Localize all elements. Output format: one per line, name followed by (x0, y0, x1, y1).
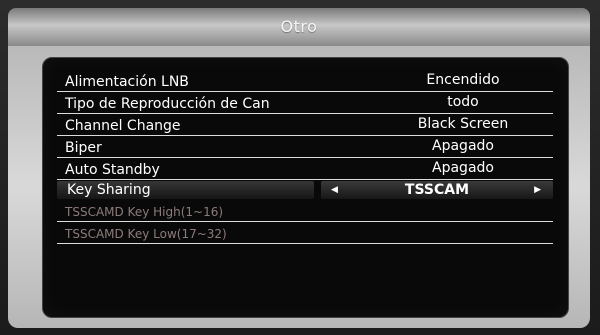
setting-row-key-sharing[interactable]: Key Sharing ◀ TSSCAM ▶ (57, 181, 553, 199)
setting-value: TSSCAM (404, 182, 470, 198)
setting-value: Apagado (432, 160, 494, 176)
settings-panel: Alimentación LNB Encendido Tipo de Repro… (42, 57, 569, 318)
setting-label: Alimentación LNB (65, 74, 189, 90)
setting-label: Auto Standby (65, 162, 160, 178)
setting-row-alimentacion-lnb[interactable]: Alimentación LNB Encendido (57, 72, 553, 92)
setting-label: Tipo de Reproducción de Can (65, 96, 270, 112)
setting-label: Key Sharing (67, 182, 151, 198)
setting-label: TSSCAMD Key High(1~16) (65, 205, 224, 219)
left-arrow-icon[interactable]: ◀ (331, 181, 338, 199)
key-sharing-selector[interactable]: ◀ TSSCAM ▶ (321, 181, 553, 199)
setting-value: Black Screen (417, 116, 509, 132)
setting-row-key-high: TSSCAMD Key High(1~16) (57, 203, 553, 222)
setting-row-auto-standby[interactable]: Auto Standby Apagado (57, 160, 553, 180)
setting-row-biper[interactable]: Biper Apagado (57, 138, 553, 158)
right-arrow-icon[interactable]: ▶ (534, 181, 541, 199)
settings-screen: Otro Alimentación LNB Encendido Tipo de … (0, 0, 600, 335)
setting-label: Channel Change (65, 118, 181, 134)
setting-label: Biper (65, 140, 102, 156)
setting-row-tipo-reproduccion[interactable]: Tipo de Reproducción de Can todo (57, 94, 553, 114)
selected-label-box: Key Sharing (57, 181, 314, 199)
setting-value: todo (447, 94, 479, 110)
window-title: Otro (8, 8, 590, 46)
setting-row-channel-change[interactable]: Channel Change Black Screen (57, 116, 553, 136)
setting-value: Apagado (432, 138, 494, 154)
setting-row-key-low: TSSCAMD Key Low(17~32) (57, 225, 553, 244)
setting-label: TSSCAMD Key Low(17~32) (65, 227, 227, 241)
setting-value: Encendido (426, 72, 500, 88)
